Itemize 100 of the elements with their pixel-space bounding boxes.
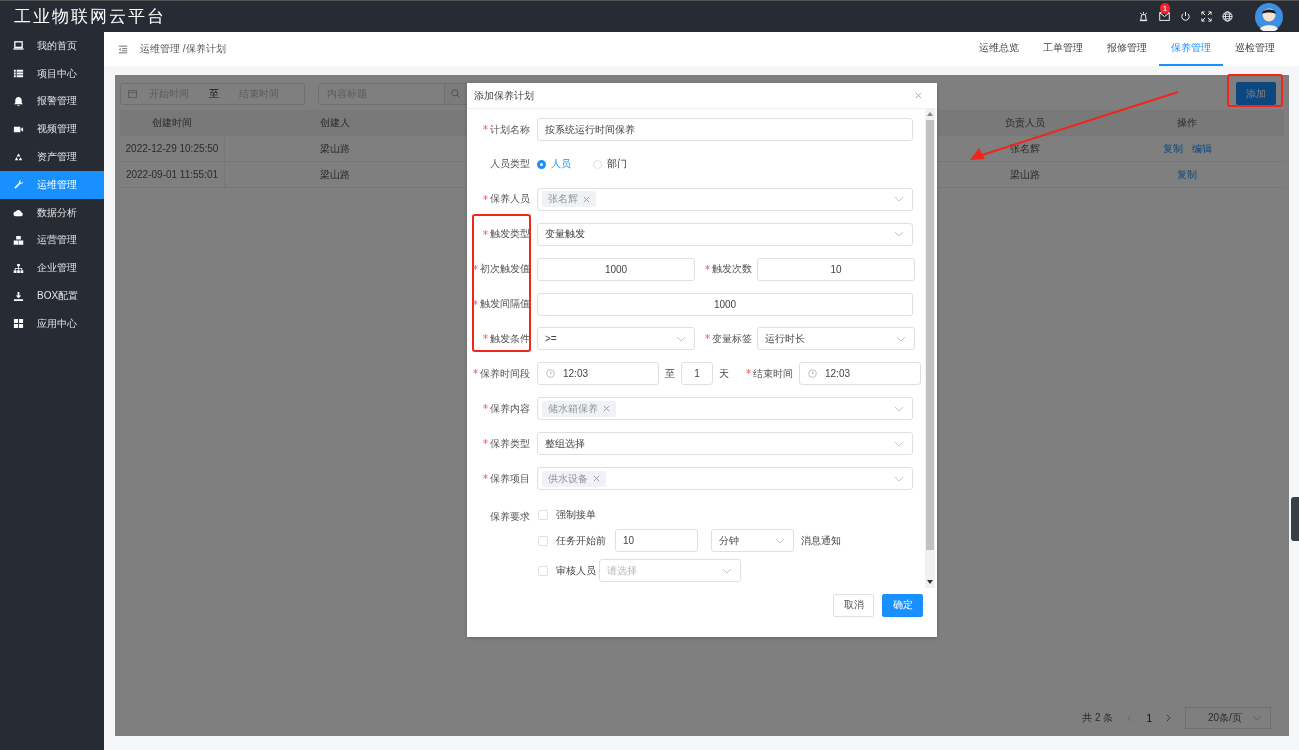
- number-field[interactable]: 1000: [537, 257, 695, 281]
- chevron-down-icon: [894, 475, 904, 482]
- number-field[interactable]: 1: [681, 362, 713, 386]
- power-icon[interactable]: [1180, 11, 1191, 22]
- sidebar-item-label: 资产管理: [37, 150, 77, 165]
- app-title: 工业物联网云平台: [14, 6, 166, 28]
- scrollbar[interactable]: [925, 109, 935, 589]
- sidebar-item-label: 报警管理: [37, 94, 77, 109]
- menu-icon[interactable]: [118, 44, 128, 54]
- field-label: 触发次数: [712, 262, 752, 277]
- beacon-icon[interactable]: [1138, 11, 1149, 22]
- radio-button[interactable]: [537, 160, 546, 169]
- tab[interactable]: 巡检管理: [1223, 32, 1287, 66]
- select-field[interactable]: 整组选择: [537, 432, 913, 456]
- tab[interactable]: 报修管理: [1095, 32, 1159, 66]
- checkbox-label[interactable]: 任务开始前: [556, 533, 606, 548]
- chevron-down-icon: [894, 405, 904, 412]
- checkbox[interactable]: [538, 509, 548, 520]
- search-icon: [451, 89, 460, 98]
- field-label: 保养项目: [490, 471, 530, 486]
- side-handle[interactable]: [1291, 497, 1299, 541]
- time-field[interactable]: 12:03: [799, 362, 921, 386]
- checkbox[interactable]: [538, 565, 548, 576]
- sidebar-item[interactable]: 我的首页: [0, 32, 104, 60]
- text-field[interactable]: 按系统运行时间保养: [537, 118, 913, 142]
- field-label: 保养时间段: [480, 366, 530, 381]
- radio-label[interactable]: 部门: [607, 157, 627, 172]
- close-icon[interactable]: [603, 405, 610, 413]
- page-size-select[interactable]: 20条/页: [1185, 707, 1271, 729]
- checkbox-label[interactable]: 审核人员: [556, 563, 596, 578]
- number-field[interactable]: 1000: [537, 292, 913, 316]
- sidebar-item-label: 数据分析: [37, 205, 77, 220]
- field-label: 保养类型: [490, 436, 530, 451]
- select-value: 变量触发: [545, 227, 585, 242]
- checkbox[interactable]: [538, 535, 548, 546]
- previous-page-icon[interactable]: [1127, 714, 1133, 722]
- scroll-up-icon[interactable]: [927, 112, 933, 117]
- select-field[interactable]: >=: [537, 327, 695, 351]
- cloud-icon: [13, 207, 24, 219]
- fullscreen-icon[interactable]: [1201, 11, 1212, 22]
- field-label: 触发条件: [490, 331, 530, 346]
- sidebar-item[interactable]: 企业管理: [0, 254, 104, 283]
- field-label: 保养要求: [490, 509, 530, 524]
- scroll-down-icon[interactable]: [927, 580, 933, 585]
- chevron-down-icon: [1252, 715, 1262, 721]
- globe-icon[interactable]: [1222, 11, 1233, 22]
- field-label: 结束时间: [753, 366, 793, 381]
- sidebar-item-label: 企业管理: [37, 261, 77, 276]
- close-icon[interactable]: [915, 92, 922, 100]
- column-header: 负责人员: [960, 110, 1090, 135]
- calendar-icon: [128, 89, 137, 98]
- select-value: 分钟: [719, 533, 739, 548]
- table-cell-text: 梁山路: [1009, 167, 1041, 182]
- sidebar-item[interactable]: BOX配置: [0, 282, 104, 310]
- chevron-down-icon: [894, 196, 904, 203]
- select-value: 20条/页: [1208, 711, 1242, 725]
- wrench-icon: [13, 179, 24, 191]
- field-label: 保养人员: [490, 192, 530, 207]
- sidebar-item-label: BOX配置: [37, 289, 79, 304]
- sidebar-item[interactable]: 视频管理: [0, 115, 104, 144]
- list-icon: [13, 68, 24, 80]
- chevron-down-icon: [676, 335, 686, 342]
- close-icon[interactable]: [593, 475, 600, 482]
- table-cell-text: 梁山路: [319, 141, 351, 156]
- next-page-icon[interactable]: [1166, 714, 1171, 722]
- range-separator: 至: [665, 366, 675, 381]
- time-value: 12:03: [825, 368, 851, 380]
- dialog-title: 添加保养计划: [474, 88, 534, 103]
- page-number[interactable]: 1: [1146, 712, 1152, 724]
- table-cell: 2022-09-01 11:55:01: [120, 162, 225, 187]
- sidebar-item-label: 项目中心: [37, 66, 77, 81]
- time-field[interactable]: 12:03: [537, 362, 659, 386]
- chevron-down-icon: [896, 335, 906, 342]
- sidebar-item[interactable]: 数据分析: [0, 198, 104, 227]
- sidebar-item[interactable]: 报警管理: [0, 87, 104, 116]
- select-field[interactable]: 运行时长: [757, 327, 915, 351]
- sidebar-item[interactable]: 资产管理: [0, 143, 104, 171]
- sidebar-item[interactable]: 运营管理: [0, 226, 104, 255]
- avatar[interactable]: [1255, 2, 1283, 31]
- select-value: >=: [545, 333, 557, 345]
- select-field[interactable]: 变量触发: [537, 222, 913, 246]
- clock-icon: [808, 369, 817, 379]
- close-icon[interactable]: [583, 195, 590, 203]
- number-field[interactable]: 10: [615, 529, 698, 553]
- sidebar-item[interactable]: 项目中心: [0, 59, 104, 88]
- sidebar-item-label: 应用中心: [37, 316, 77, 331]
- sidebar-item[interactable]: 应用中心: [0, 309, 104, 338]
- breadcrumb: 运维管理 /保养计划: [140, 42, 226, 56]
- tab[interactable]: 运维总览: [967, 32, 1031, 66]
- tab[interactable]: 工单管理: [1031, 32, 1095, 66]
- select-field[interactable]: 分钟: [711, 529, 794, 553]
- mail-icon[interactable]: [1159, 12, 1170, 21]
- cubes-icon: [13, 234, 24, 246]
- checkbox-label[interactable]: 强制接单: [556, 507, 596, 522]
- chevron-down-icon: [775, 537, 785, 544]
- table-cell-text: 梁山路: [319, 167, 351, 182]
- field-label: 触发类型: [490, 227, 530, 242]
- cancel-button[interactable]: 取消: [833, 593, 874, 617]
- number-field[interactable]: 10: [757, 257, 915, 281]
- table-cell: 2022-12-29 10:25:50: [120, 136, 225, 161]
